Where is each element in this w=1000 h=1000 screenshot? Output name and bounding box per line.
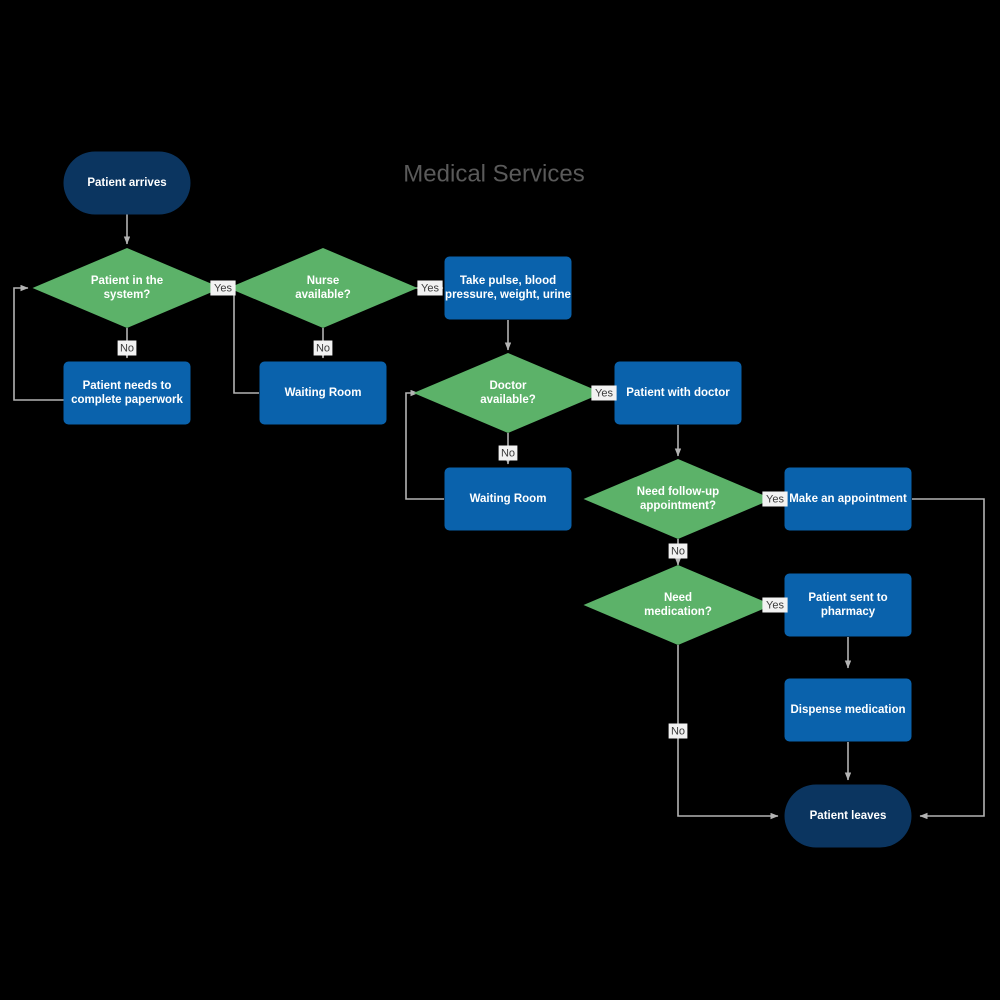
edge-label-text: Yes	[595, 387, 613, 399]
edge-label-text: No	[671, 725, 685, 737]
node-medication[interactable]: Need medication?	[583, 565, 773, 645]
edge-label-yes-doctor: Yes	[591, 385, 617, 401]
edge-label-text: No	[501, 447, 515, 459]
process-shape	[444, 256, 572, 320]
process-shape	[784, 573, 912, 637]
edge-label-no-doctor: No	[498, 445, 518, 461]
edge-label-no-nurse: No	[313, 340, 333, 356]
edge-appointment-to-leaves	[912, 498, 985, 820]
node-in_system[interactable]: Patient in the system?	[32, 248, 222, 328]
node-vitals[interactable]: Take pulse, blood pressure, weight, urine	[444, 256, 572, 320]
node-waiting2[interactable]: Waiting Room	[444, 467, 572, 531]
page-title: Medical Services	[403, 160, 584, 187]
flowchart-svg: Patient arrives Patient in the system? Pati…	[13, 151, 985, 848]
node-label-start: Patient arrives	[87, 177, 166, 189]
node-label-dispense: Dispense medication	[790, 704, 905, 716]
node-start[interactable]: Patient arrives	[63, 151, 191, 215]
node-dispense[interactable]: Dispense medication	[784, 678, 912, 742]
edge-label-yes-followup: Yes	[762, 491, 788, 507]
node-label-with_doctor: Patient with doctor	[626, 387, 730, 399]
edge-label-yes-nurse: Yes	[417, 280, 443, 296]
edge-label-text: Yes	[766, 599, 784, 611]
edge-label-text: Yes	[766, 493, 784, 505]
edge-label-no-medication: No	[668, 723, 688, 739]
edge-label-no-in_system: No	[117, 340, 137, 356]
node-paperwork[interactable]: Patient needs to complete paperwork	[63, 361, 191, 425]
node-nurse[interactable]: Nurse available?	[228, 248, 418, 328]
decision-shape	[583, 565, 773, 645]
edge-in_system-to-waiting1	[216, 287, 259, 394]
edge-paperwork-to-in_system	[13, 284, 64, 401]
node-label-leaves: Patient leaves	[810, 810, 887, 822]
node-followup[interactable]: Need follow-up appointment?	[583, 459, 773, 539]
edge-label-yes-medication: Yes	[762, 597, 788, 613]
node-waiting1[interactable]: Waiting Room	[259, 361, 387, 425]
node-doctor[interactable]: Doctor available?	[413, 353, 603, 433]
edge-waiting2-to-doctor	[405, 389, 444, 500]
node-label-waiting1: Waiting Room	[285, 387, 362, 399]
edge-label-yes-in_system: Yes	[210, 280, 236, 296]
flowchart-canvas: Patient arrives Patient in the system? Pati…	[0, 0, 1000, 1000]
edge-label-no-followup: No	[668, 543, 688, 559]
edge-label-text: No	[671, 545, 685, 557]
decision-shape	[228, 248, 418, 328]
decision-shape	[583, 459, 773, 539]
edge-label-text: Yes	[214, 282, 232, 294]
node-label-appointment: Make an appointment	[789, 493, 907, 505]
node-pharmacy[interactable]: Patient sent to pharmacy	[784, 573, 912, 637]
edge-label-text: No	[316, 342, 330, 354]
node-appointment[interactable]: Make an appointment	[784, 467, 912, 531]
edge-label-text: No	[120, 342, 134, 354]
decision-shape	[32, 248, 222, 328]
process-shape	[63, 361, 191, 425]
node-with_doctor[interactable]: Patient with doctor	[614, 361, 742, 425]
edge-medication-to-leaves	[677, 645, 779, 820]
edge-label-text: Yes	[421, 282, 439, 294]
node-leaves[interactable]: Patient leaves	[784, 784, 912, 848]
node-label-waiting2: Waiting Room	[470, 493, 547, 505]
decision-shape	[413, 353, 603, 433]
